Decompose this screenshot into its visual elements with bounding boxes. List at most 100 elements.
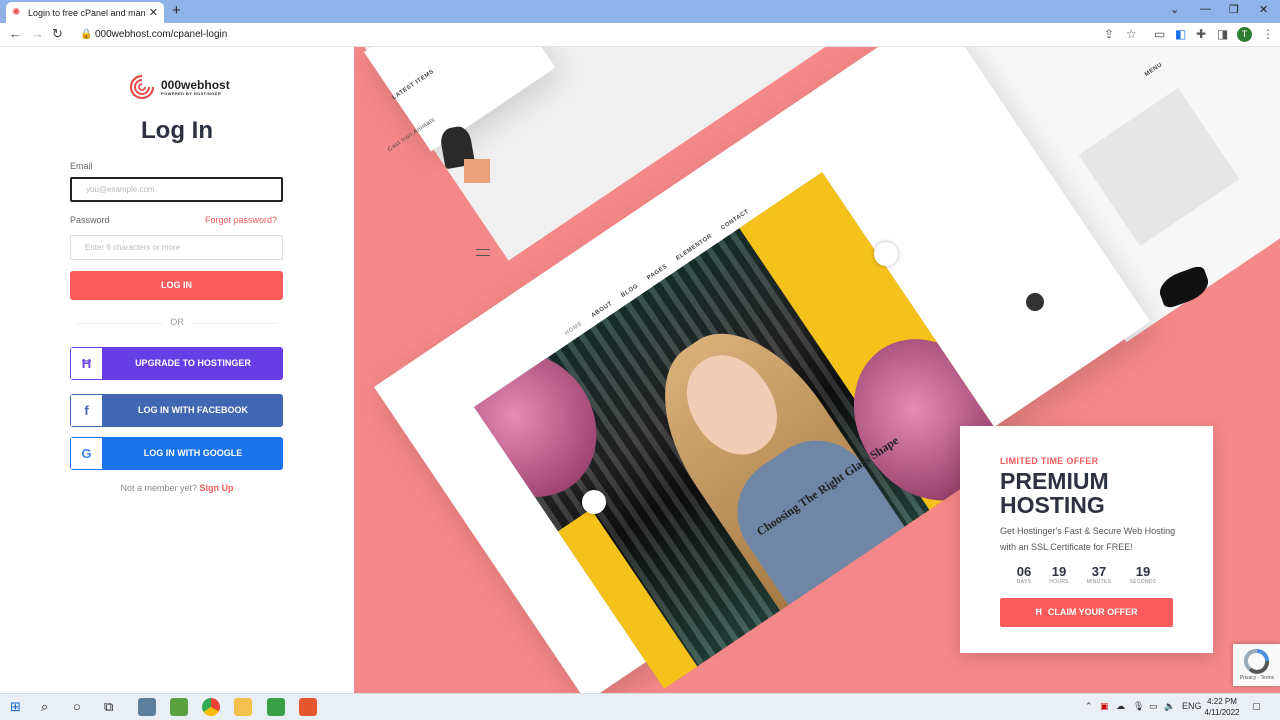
countdown-hours-value: 19 bbox=[1051, 564, 1067, 579]
carousel-prev-icon bbox=[582, 490, 606, 514]
login-button[interactable]: LOG IN bbox=[70, 271, 283, 300]
camtasia-orange-icon[interactable] bbox=[299, 698, 317, 716]
countdown-minutes: 37 MINUTES bbox=[1081, 564, 1117, 585]
clock-date: 4/11/2022 bbox=[1204, 708, 1240, 717]
offer-title-line2: HOSTING bbox=[1000, 492, 1105, 518]
chrome-icon[interactable] bbox=[202, 698, 220, 716]
tray-app-icon[interactable]: ▣ bbox=[1100, 701, 1109, 712]
facebook-login-label: LOG IN WITH FACEBOOK bbox=[103, 394, 283, 427]
forward-icon[interactable]: → bbox=[31, 26, 44, 41]
language-indicator[interactable]: ENG bbox=[1182, 701, 1202, 711]
claim-offer-label: CLAIM YOUR OFFER bbox=[1047, 607, 1138, 617]
extensions-icon[interactable]: ✚ bbox=[1196, 27, 1206, 41]
offer-title: PREMIUM HOSTING bbox=[1000, 469, 1109, 517]
search-icon[interactable]: ⌕ bbox=[41, 699, 48, 715]
facebook-icon: f bbox=[70, 394, 103, 427]
menu-kebab-icon[interactable]: ⋮ bbox=[1262, 27, 1274, 41]
volume-icon[interactable]: 🔈 bbox=[1164, 701, 1175, 712]
cast-icon[interactable]: ▭ bbox=[1154, 27, 1165, 41]
close-tab-icon[interactable]: ✕ bbox=[149, 6, 158, 19]
reload-icon[interactable]: ↻ bbox=[52, 26, 63, 42]
tab-title: Login to free cPanel and manage bbox=[28, 7, 145, 18]
countdown-days: 06 DAYS bbox=[1006, 564, 1042, 585]
signup-prompt: Not a member yet? Sign Up bbox=[0, 483, 354, 493]
page-title: Log In bbox=[141, 117, 213, 144]
windows-start-icon[interactable]: ⊞ bbox=[10, 699, 21, 715]
offer-tag: LIMITED TIME OFFER bbox=[1000, 456, 1099, 466]
close-window-button[interactable]: ✕ bbox=[1259, 3, 1268, 16]
profile-avatar[interactable]: T bbox=[1237, 27, 1252, 42]
lock-icon[interactable]: 🔒 bbox=[80, 29, 92, 40]
browser-tab[interactable]: ✺ Login to free cPanel and manage ✕ bbox=[6, 2, 164, 23]
round-arrow-icon bbox=[1026, 293, 1044, 311]
task-view-icon[interactable]: ⧉ bbox=[104, 699, 113, 715]
password-field[interactable]: Enter 6 characters or more bbox=[70, 235, 283, 260]
clock[interactable]: 4:22 PM 4/11/2022 bbox=[1202, 696, 1242, 718]
upgrade-hostinger-button[interactable]: Ħ UPGRADE TO HOSTINGER bbox=[70, 347, 283, 380]
password-label: Password bbox=[70, 215, 110, 225]
share-icon[interactable]: ⇪ bbox=[1104, 27, 1114, 41]
file-explorer-icon[interactable] bbox=[234, 698, 252, 716]
or-divider: OR bbox=[77, 317, 277, 329]
notifications-icon[interactable]: ▢ bbox=[1252, 701, 1261, 712]
editor-app-icon[interactable] bbox=[170, 698, 188, 716]
url-field[interactable]: 000webhost.com/cpanel-login bbox=[95, 29, 227, 40]
hamburger-icon bbox=[476, 249, 490, 256]
logo-name: 000webhost bbox=[161, 77, 230, 92]
countdown-minutes-unit: MINUTES bbox=[1086, 579, 1112, 585]
countdown-hours-unit: HOURS bbox=[1049, 579, 1069, 585]
recaptcha-badge[interactable]: Privacy - Terms bbox=[1233, 644, 1280, 686]
countdown-days-unit: DAYS bbox=[1016, 579, 1032, 585]
recaptcha-links[interactable]: Privacy - Terms bbox=[1235, 675, 1279, 681]
favicon-icon: ✺ bbox=[12, 6, 21, 18]
recaptcha-icon bbox=[1243, 648, 1270, 674]
logo[interactable]: 000webhost POWERED BY HOSTINGER bbox=[127, 73, 230, 101]
network-icon[interactable]: ▭ bbox=[1149, 701, 1158, 712]
or-text: OR bbox=[170, 317, 184, 327]
google-icon: G bbox=[70, 437, 103, 470]
logo-swirl-icon bbox=[129, 74, 155, 100]
countdown-seconds-value: 19 bbox=[1135, 564, 1151, 579]
cortana-icon[interactable]: ○ bbox=[73, 699, 81, 714]
restore-button[interactable]: ❐ bbox=[1229, 3, 1239, 16]
browser-tab-bar: ✺ Login to free cPanel and manage ✕ + ⌄ … bbox=[0, 0, 1280, 23]
translate-icon[interactable]: ◧ bbox=[1175, 27, 1186, 41]
forgot-password-link[interactable]: Forgot password? bbox=[205, 215, 277, 225]
countdown-hours: 19 HOURS bbox=[1041, 564, 1077, 585]
email-label: Email bbox=[70, 161, 93, 171]
not-member-text: Not a member yet? bbox=[120, 483, 197, 493]
bookmark-star-icon[interactable]: ☆ bbox=[1126, 27, 1137, 41]
tray-chevron-icon[interactable]: ⌃ bbox=[1085, 701, 1093, 712]
login-panel: 000webhost POWERED BY HOSTINGER Log In E… bbox=[0, 47, 354, 693]
countdown-days-value: 06 bbox=[1016, 564, 1032, 579]
email-field[interactable]: you@example.com bbox=[70, 177, 283, 202]
product-block bbox=[464, 159, 490, 183]
offer-title-line1: PREMIUM bbox=[1000, 468, 1109, 494]
offer-card: LIMITED TIME OFFER PREMIUM HOSTING Get H… bbox=[960, 426, 1213, 653]
microphone-icon[interactable]: 🎙 bbox=[1133, 701, 1144, 712]
carousel-next-icon bbox=[874, 242, 898, 266]
logo-subtitle: POWERED BY HOSTINGER bbox=[161, 90, 222, 96]
countdown-minutes-value: 37 bbox=[1091, 564, 1107, 579]
upgrade-hostinger-label: UPGRADE TO HOSTINGER bbox=[103, 347, 283, 380]
back-icon[interactable]: ← bbox=[9, 26, 22, 41]
calculator-icon[interactable] bbox=[138, 698, 156, 716]
tab-search-icon[interactable]: ⌄ bbox=[1170, 3, 1179, 16]
signup-link[interactable]: Sign Up bbox=[200, 483, 234, 493]
hostinger-icon: Ħ bbox=[1035, 607, 1042, 617]
new-tab-button[interactable]: + bbox=[172, 2, 181, 20]
hostinger-icon: Ħ bbox=[70, 347, 103, 380]
offer-description: Get Hostinger's Fast & Secure Web Hostin… bbox=[1000, 526, 1176, 552]
minimize-button[interactable]: — bbox=[1200, 3, 1211, 15]
side-panel-icon[interactable]: ◨ bbox=[1217, 27, 1228, 41]
address-bar: ← → ↻ 🔒 000webhost.com/cpanel-login ⇪ ☆ … bbox=[0, 23, 1280, 47]
camtasia-green-icon[interactable] bbox=[267, 698, 285, 716]
claim-offer-button[interactable]: Ħ CLAIM YOUR OFFER bbox=[1000, 598, 1173, 627]
taskbar: ⊞ ⌕ ○ ⧉ ⌃ ▣ ☁ 🎙 ▭ 🔈 ENG 4:22 PM 4/11/202… bbox=[0, 693, 1280, 720]
google-login-button[interactable]: G LOG IN WITH GOOGLE bbox=[70, 437, 283, 470]
facebook-login-button[interactable]: f LOG IN WITH FACEBOOK bbox=[70, 394, 283, 427]
countdown-seconds-unit: SECONDS bbox=[1129, 579, 1157, 585]
countdown-seconds: 19 SECONDS bbox=[1125, 564, 1161, 585]
cloud-icon[interactable]: ☁ bbox=[1116, 701, 1125, 712]
google-login-label: LOG IN WITH GOOGLE bbox=[103, 437, 283, 470]
